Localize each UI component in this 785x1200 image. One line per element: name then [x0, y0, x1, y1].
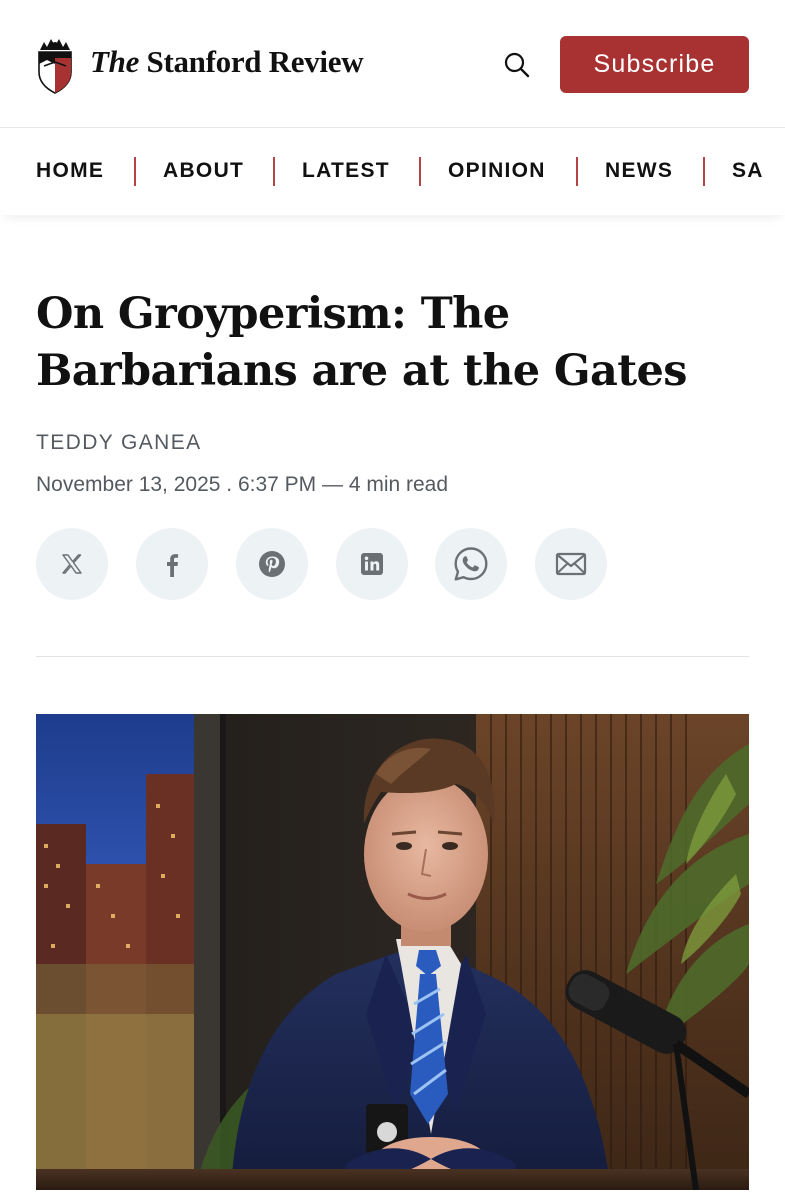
nav-separator — [273, 157, 275, 186]
subscribe-button[interactable]: Subscribe — [560, 36, 749, 93]
share-pinterest-button[interactable] — [236, 528, 308, 600]
article-title-line-1: On Groyperism: The — [36, 289, 510, 339]
logo-name: Stanford Review — [146, 44, 364, 79]
linkedin-icon — [361, 553, 383, 575]
logo-prefix: The — [90, 44, 140, 79]
whatsapp-icon — [454, 547, 488, 581]
article-author[interactable]: TEDDY GANEA — [36, 431, 202, 455]
search-icon — [504, 52, 530, 78]
email-icon — [555, 552, 587, 576]
share-facebook-button[interactable] — [136, 528, 208, 600]
pinterest-icon — [259, 551, 285, 577]
stanford-review-shield-logo[interactable] — [36, 36, 74, 94]
article-meta: November 13, 2025 . 6:37 PM — 4 min read — [36, 473, 449, 496]
article-divider — [36, 656, 749, 657]
site-header: The Stanford Review Subscribe — [0, 0, 785, 128]
article-title-line-2: Barbarians are at the Gates — [36, 346, 687, 396]
nav-separator — [134, 157, 136, 186]
site-logo-text[interactable]: The Stanford Review — [90, 44, 364, 80]
nav-item-sa[interactable]: SA — [732, 159, 764, 183]
facebook-icon — [167, 554, 179, 577]
article-hero-image[interactable] — [36, 714, 749, 1190]
nav-item-latest[interactable]: LATEST — [302, 159, 390, 183]
nav-item-news[interactable]: NEWS — [605, 159, 673, 183]
article-title: On Groyperism: The Barbarians are at the … — [36, 286, 756, 400]
x-icon — [62, 554, 82, 574]
search-button[interactable] — [500, 48, 534, 82]
main-navigation: HOME ABOUT LATEST OPINION NEWS SA — [0, 129, 785, 215]
nav-separator — [703, 157, 705, 186]
nav-separator — [419, 157, 421, 186]
nav-item-about[interactable]: ABOUT — [163, 159, 244, 183]
share-x-button[interactable] — [36, 528, 108, 600]
nav-separator — [576, 157, 578, 186]
nav-item-opinion[interactable]: OPINION — [448, 159, 546, 183]
share-email-button[interactable] — [535, 528, 607, 600]
share-linkedin-button[interactable] — [336, 528, 408, 600]
share-whatsapp-button[interactable] — [435, 528, 507, 600]
nav-item-home[interactable]: HOME — [36, 159, 104, 183]
